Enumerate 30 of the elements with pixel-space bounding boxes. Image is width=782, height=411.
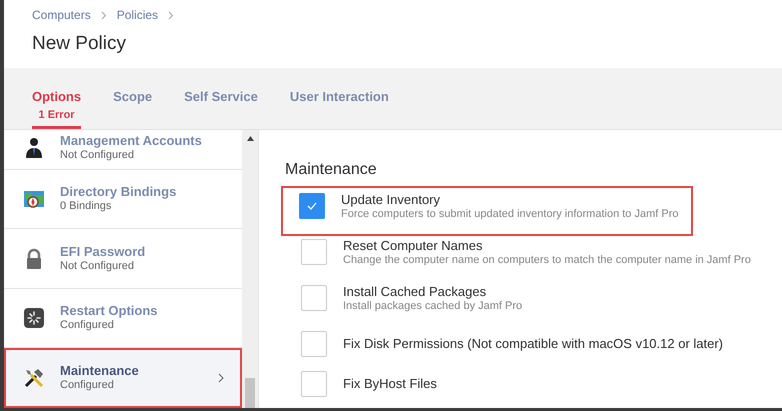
- checkbox[interactable]: [301, 331, 327, 357]
- checkmark-icon: [307, 202, 317, 210]
- page-title: New Policy: [32, 32, 127, 56]
- chevron-icon: [168, 10, 174, 20]
- option-label: Install Cached Packages: [343, 284, 488, 299]
- scrollbar[interactable]: [242, 130, 258, 408]
- option-label: Fix ByHost Files: [343, 376, 437, 391]
- section-heading: Maintenance: [285, 160, 378, 180]
- breadcrumb-link[interactable]: Policies: [116, 6, 158, 24]
- tab[interactable]: Self Service: [184, 86, 258, 112]
- scrollbar-thumb[interactable]: [245, 378, 255, 408]
- option-label: Fix Disk Permissions (Not compatible with macOS v10.12 or later): [343, 336, 724, 351]
- tab[interactable]: User Interaction: [290, 86, 389, 112]
- option-label: Reset Computer Names: [343, 238, 484, 253]
- sidebar-item[interactable]: Maintenance Configured: [4, 348, 242, 408]
- option-description: Install packages cached by Jamf Pro: [343, 299, 522, 314]
- scroll-up-arrow-icon[interactable]: [246, 136, 254, 141]
- tab[interactable]: Scope: [113, 86, 152, 112]
- checkbox[interactable]: [301, 285, 327, 311]
- chevron-icon: [218, 372, 224, 383]
- checkbox[interactable]: [301, 371, 327, 397]
- sidebar-item[interactable]: Directory Bindings 0 Bindings: [4, 170, 242, 230]
- chevron-icon: [100, 10, 107, 20]
- breadcrumb-link[interactable]: Computers: [32, 6, 91, 24]
- checkbox[interactable]: [299, 193, 325, 219]
- option-description: Change the computer name on computers to match the computer name in Jamf Pro: [343, 253, 751, 268]
- option-description: Force computers to submit updated inventory information to Jamf Pro: [341, 207, 678, 222]
- restart-icon: [22, 306, 46, 330]
- option-label: Update Inventory: [341, 192, 442, 207]
- checkbox[interactable]: [301, 239, 327, 265]
